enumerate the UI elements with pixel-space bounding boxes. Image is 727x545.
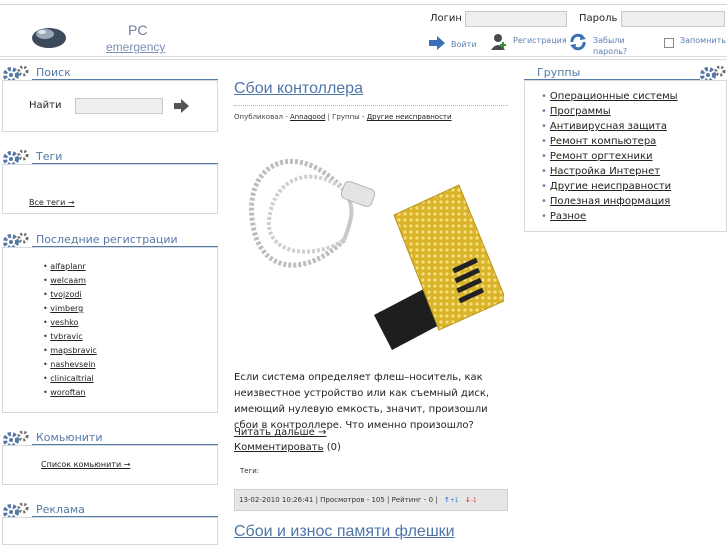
vote-down-icon[interactable]: ↓-1 (465, 496, 477, 504)
list-item: • Настройка Интернет (541, 166, 661, 177)
ads-box-body (2, 517, 218, 545)
list-item: • Ремонт оргтехники (541, 151, 653, 162)
group-link[interactable]: Программы (550, 106, 611, 117)
user-link[interactable]: tvbravic (50, 332, 83, 341)
communities-box-body: Список комьюнити → (2, 445, 218, 485)
login-button[interactable]: Войти (451, 39, 476, 50)
flash-drive-image (249, 158, 504, 350)
user-link[interactable]: nashevsein (50, 360, 95, 369)
list-item: • Полезная информация (541, 196, 671, 207)
user-link[interactable]: alfaplanr (50, 262, 85, 271)
search-label: Найти (29, 100, 62, 111)
logo-text-pc: PC (128, 22, 148, 38)
list-item: • mapsbravic (43, 346, 97, 355)
login-arrow-icon[interactable] (428, 34, 446, 52)
remember-label: Запомнить (680, 36, 726, 45)
registrations-box-title: Последние регистрации (36, 233, 178, 246)
group-link[interactable]: Другие неисправности (550, 181, 671, 192)
groups-list: • Операционные системы • Программы • Антиви… (541, 89, 678, 224)
vote-up-icon[interactable]: ↑+1 (444, 496, 459, 504)
tags-box-body: Все теги → (2, 164, 218, 214)
user-link[interactable]: veshko (50, 318, 78, 327)
group-link[interactable]: Ремонт компьютера (550, 136, 656, 147)
group-link[interactable]: Настройка Интернет (550, 166, 660, 177)
groups-box-body: • Операционные системы • Программы • Антиви… (524, 80, 727, 232)
forgot-password-link[interactable]: Забыли пароль? (593, 35, 655, 57)
list-item: • veshko (43, 318, 79, 327)
read-more-link[interactable]: Читать дальше → (234, 427, 326, 438)
post-title[interactable]: Сбои контоллера (234, 80, 363, 98)
refresh-icon (570, 33, 586, 51)
top-border (0, 4, 727, 5)
search-box-body: Найти (2, 80, 218, 132)
password-input[interactable] (621, 11, 725, 27)
mouse-icon (32, 28, 66, 48)
list-item: • tvbravic (43, 332, 83, 341)
group-link[interactable]: Ремонт оргтехники (550, 151, 653, 162)
list-item: • Операционные системы (541, 91, 678, 102)
post-meta: Опубликовал - Annagood | Группы - Другие… (234, 113, 452, 121)
search-submit-icon[interactable] (173, 98, 191, 114)
list-item: • Программы (541, 106, 611, 117)
list-item: • alfaplanr (43, 262, 86, 271)
list-item: • Ремонт компьютера (541, 136, 657, 147)
list-item: • clinicaltrial (43, 374, 94, 383)
user-link[interactable]: clinicaltrial (50, 374, 93, 383)
user-link[interactable]: mapsbravic (50, 346, 97, 355)
logo-text-emergency: emergency (106, 40, 166, 54)
comment-count: (0) (323, 442, 341, 453)
post-tags-label: Теги: (240, 467, 260, 475)
user-link[interactable]: woroftan (50, 388, 85, 397)
list-item: • Антивирусная защита (541, 121, 667, 132)
read-more: Читать дальше → (234, 427, 326, 438)
meta-author-label: Опубликовал - (234, 113, 290, 121)
login-label: Логин (430, 13, 462, 24)
group-link[interactable]: Антивирусная защита (550, 121, 667, 132)
tags-box-title: Теги (36, 150, 63, 163)
header-divider (0, 56, 727, 57)
groups-box-title: Группы (537, 66, 581, 79)
comments: Комментировать (0) (234, 442, 341, 453)
list-item: • welcaam (43, 276, 86, 285)
ads-box-title: Реклама (36, 503, 85, 516)
communities-list-link[interactable]: Список комьюнити → (41, 460, 130, 469)
user-add-icon (491, 34, 506, 50)
remember-checkbox[interactable] (664, 38, 674, 48)
search-box-title: Поиск (36, 66, 71, 79)
registrations-box-body: • alfaplanr • welcaam • tvojzodi • vimbe… (2, 247, 218, 413)
user-link[interactable]: vimberg (50, 304, 83, 313)
group-link[interactable]: Операционные системы (550, 91, 678, 102)
search-input[interactable] (75, 98, 163, 114)
list-item: • tvojzodi (43, 290, 82, 299)
site-header: PC emergency Логин Пароль Войти Регистра… (0, 6, 727, 56)
header-divider-2 (0, 59, 727, 60)
post-stats-bar: 13-02-2010 10:26:41 | Просмотров - 105 |… (234, 489, 508, 511)
post-body: Если система определяет флеш–носитель, к… (234, 372, 490, 431)
register-link[interactable]: Регистрация (513, 35, 567, 46)
post-stats: 13-02-2010 10:26:41 | Просмотров - 105 |… (239, 496, 438, 504)
group-link[interactable]: Полезная информация (550, 196, 670, 207)
meta-groups-label: | Группы - (325, 113, 367, 121)
user-link[interactable]: welcaam (50, 276, 86, 285)
login-input[interactable] (465, 11, 567, 27)
group-link[interactable]: Разное (550, 211, 586, 222)
author-link[interactable]: Annagood (290, 113, 325, 121)
list-item: • vimberg (43, 304, 84, 313)
all-tags-link[interactable]: Все теги → (29, 198, 75, 207)
list-item: • Разное (541, 211, 587, 222)
registrations-list: • alfaplanr • welcaam • tvojzodi • vimbe… (43, 260, 97, 400)
list-item: • Другие неисправности (541, 181, 672, 192)
communities-box-title: Комьюнити (36, 431, 103, 444)
user-link[interactable]: tvojzodi (50, 290, 81, 299)
comment-link[interactable]: Комментировать (234, 442, 324, 453)
site-logo[interactable]: PC emergency (30, 14, 165, 58)
next-post-title[interactable]: Сбои и износ памяти флешки (234, 523, 455, 541)
password-label: Пароль (579, 13, 618, 24)
list-item: • nashevsein (43, 360, 96, 369)
list-item: • woroftan (43, 388, 86, 397)
post-title-divider (234, 105, 508, 106)
post-group-link[interactable]: Другие неисправности (367, 113, 452, 121)
